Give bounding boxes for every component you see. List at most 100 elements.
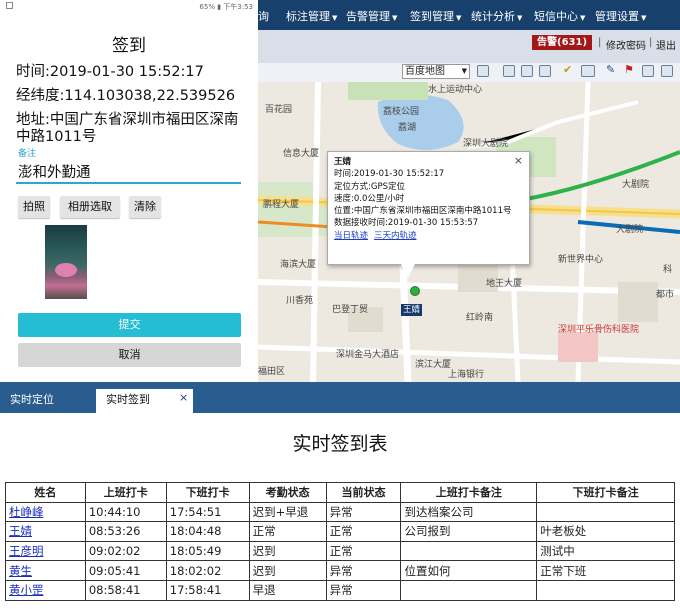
caret-down-icon: ▼: [517, 14, 523, 22]
pin-icon[interactable]: ✎: [606, 64, 618, 77]
caret-down-icon: ▼: [392, 14, 398, 22]
nav-item-partial[interactable]: 询: [258, 8, 269, 24]
clear-button[interactable]: 清除: [129, 196, 161, 218]
map-label: 荔湖: [398, 123, 417, 133]
location-marker-icon[interactable]: [410, 286, 420, 296]
alarm-badge[interactable]: 告警(631): [532, 35, 593, 50]
measure-icon[interactable]: [581, 65, 595, 77]
map-label: 新世界中心: [558, 255, 604, 265]
map-label: 深圳大剧院: [463, 139, 509, 149]
phone-status-bar: 65% ▮ 下午3:53: [0, 0, 258, 14]
change-password-link[interactable]: 修改密码: [606, 37, 646, 52]
layer-icon[interactable]: [477, 65, 489, 77]
cancel-button[interactable]: 取消: [18, 343, 241, 367]
refresh-icon[interactable]: [503, 65, 515, 77]
table-row: 王彦明 09:02:02 18:05:49 迟到 正常 测试中: [5, 540, 675, 562]
cell-clock-in-remark: 到达档案公司: [400, 501, 538, 523]
tab-realtime-location[interactable]: 实时定位: [0, 389, 64, 413]
cell-clock-out-remark: [536, 501, 675, 523]
logout-link[interactable]: 退出: [656, 37, 676, 52]
map-label: 水上运动中心: [428, 85, 483, 95]
cell-clock-out: 18:05:49: [165, 540, 250, 562]
cell-clock-in: 09:05:41: [84, 560, 167, 581]
ruler-icon[interactable]: [539, 65, 551, 77]
map-label: 滨江大厦: [415, 360, 452, 370]
nav-item-signin-management[interactable]: 签到管理 ▼: [410, 8, 461, 24]
photo-thumbnail[interactable]: [45, 225, 87, 299]
location-info-popup: × 王婧 时间:2019-01-30 15:52:17 定位方式:GPS定位 速…: [327, 151, 530, 265]
nav-item-sms-center[interactable]: 短信中心 ▼: [534, 8, 585, 24]
map-label: 大剧院: [622, 180, 650, 190]
employee-name-link[interactable]: 王婧: [9, 524, 32, 538]
employee-name-link[interactable]: 杜峥峰: [9, 505, 44, 519]
map-label: 上海银行: [448, 370, 485, 380]
nav-label: 统计分析: [471, 10, 515, 23]
cell-current-status: 异常: [325, 579, 402, 601]
employee-name-link[interactable]: 黄生: [9, 564, 32, 578]
status-indicators: 65% ▮ 下午3:53: [199, 3, 253, 11]
close-icon[interactable]: ×: [179, 391, 188, 404]
map-label: 荔枝公园: [383, 107, 420, 117]
nav-item-settings[interactable]: 管理设置 ▼: [595, 8, 646, 24]
employee-name-link[interactable]: 王彦明: [9, 544, 44, 558]
nav-item-alarm-management[interactable]: 告警管理 ▼: [346, 8, 397, 24]
map-type-value: 百度地图: [405, 66, 445, 77]
map-label: 鹏程大厦: [263, 200, 300, 210]
close-icon[interactable]: ×: [514, 154, 523, 167]
nav-item-statistics[interactable]: 统计分析 ▼: [471, 8, 522, 24]
map-label: 深圳平乐骨伤科医院: [558, 325, 640, 335]
cell-clock-in-remark: [400, 579, 538, 601]
nav-label: 签到管理: [410, 10, 454, 23]
nav-item-marker-management[interactable]: 标注管理 ▼: [286, 8, 337, 24]
map-label: 都市: [656, 290, 675, 300]
remark-input[interactable]: [16, 160, 241, 184]
today-track-link[interactable]: 当日轨迹: [334, 231, 368, 241]
cell-clock-in-remark: 位置如何: [400, 560, 538, 581]
table-row: 黄小罡 08:58:41 17:58:41 早退 异常: [5, 579, 675, 601]
nav-label: 标注管理: [286, 10, 330, 23]
nav-label: 短信中心: [534, 10, 578, 23]
album-select-button[interactable]: 相册选取: [60, 196, 120, 218]
map-icon[interactable]: [521, 65, 533, 77]
cell-clock-in: 10:44:10: [84, 501, 167, 523]
nav-label: 管理设置: [595, 10, 639, 23]
table-row: 黄生 09:05:41 18:02:02 迟到 异常 位置如何 正常下班: [5, 560, 675, 581]
popup-position: 位置:中国广东省深圳市福田区深南中路1011号: [334, 206, 512, 217]
map-label: 巴登丁贸: [332, 305, 369, 315]
cell-attendance-status: 迟到: [248, 560, 327, 581]
marker-label[interactable]: 王婧: [401, 304, 423, 316]
signin-address-line2: 中路1011号: [16, 129, 97, 145]
cell-clock-in: 09:02:02: [84, 540, 167, 562]
submit-button[interactable]: 提交: [18, 313, 241, 337]
caret-down-icon: ▼: [641, 14, 647, 22]
home-icon[interactable]: [661, 65, 673, 77]
check-icon[interactable]: ✔: [563, 64, 575, 77]
column-header: 姓名: [5, 482, 86, 503]
cell-attendance-status: 迟到: [248, 540, 327, 562]
three-day-track-link[interactable]: 三天内轨迹: [374, 231, 417, 241]
cell-clock-out-remark: 叶老板处: [536, 521, 675, 542]
cell-attendance-status: 早退: [248, 579, 327, 601]
header-separator: |: [649, 37, 653, 48]
info-icon[interactable]: [642, 65, 654, 77]
report-title: 实时签到表: [292, 433, 388, 455]
employee-name-link[interactable]: 黄小罡: [9, 583, 44, 597]
map-type-select[interactable]: 百度地图 ▼: [402, 64, 470, 79]
table-header-row: 姓名 上班打卡 下班打卡 考勤状态 当前状态 上班打卡备注 下班打卡备注: [5, 482, 675, 503]
cell-clock-out-remark: 正常下班: [536, 560, 675, 581]
map-label: 川香苑: [286, 296, 314, 306]
cell-clock-out: 17:58:41: [165, 579, 250, 601]
column-header: 当前状态: [325, 482, 402, 503]
take-photo-button[interactable]: 拍照: [18, 196, 50, 218]
map-label: 海滨大厦: [280, 260, 317, 270]
caret-down-icon: ▼: [456, 14, 462, 22]
flag-icon[interactable]: ⚑: [624, 64, 636, 77]
popup-person-name: 王婧: [334, 157, 352, 167]
cell-current-status: 正常: [325, 540, 402, 562]
remark-label: 备注: [18, 149, 37, 159]
cell-current-status: 正常: [325, 521, 402, 542]
chevron-down-icon: ▼: [461, 67, 467, 75]
map-label: 大剧院: [616, 225, 644, 235]
popup-time: 时间:2019-01-30 15:52:17: [334, 169, 445, 180]
cell-attendance-status: 正常: [248, 521, 327, 542]
